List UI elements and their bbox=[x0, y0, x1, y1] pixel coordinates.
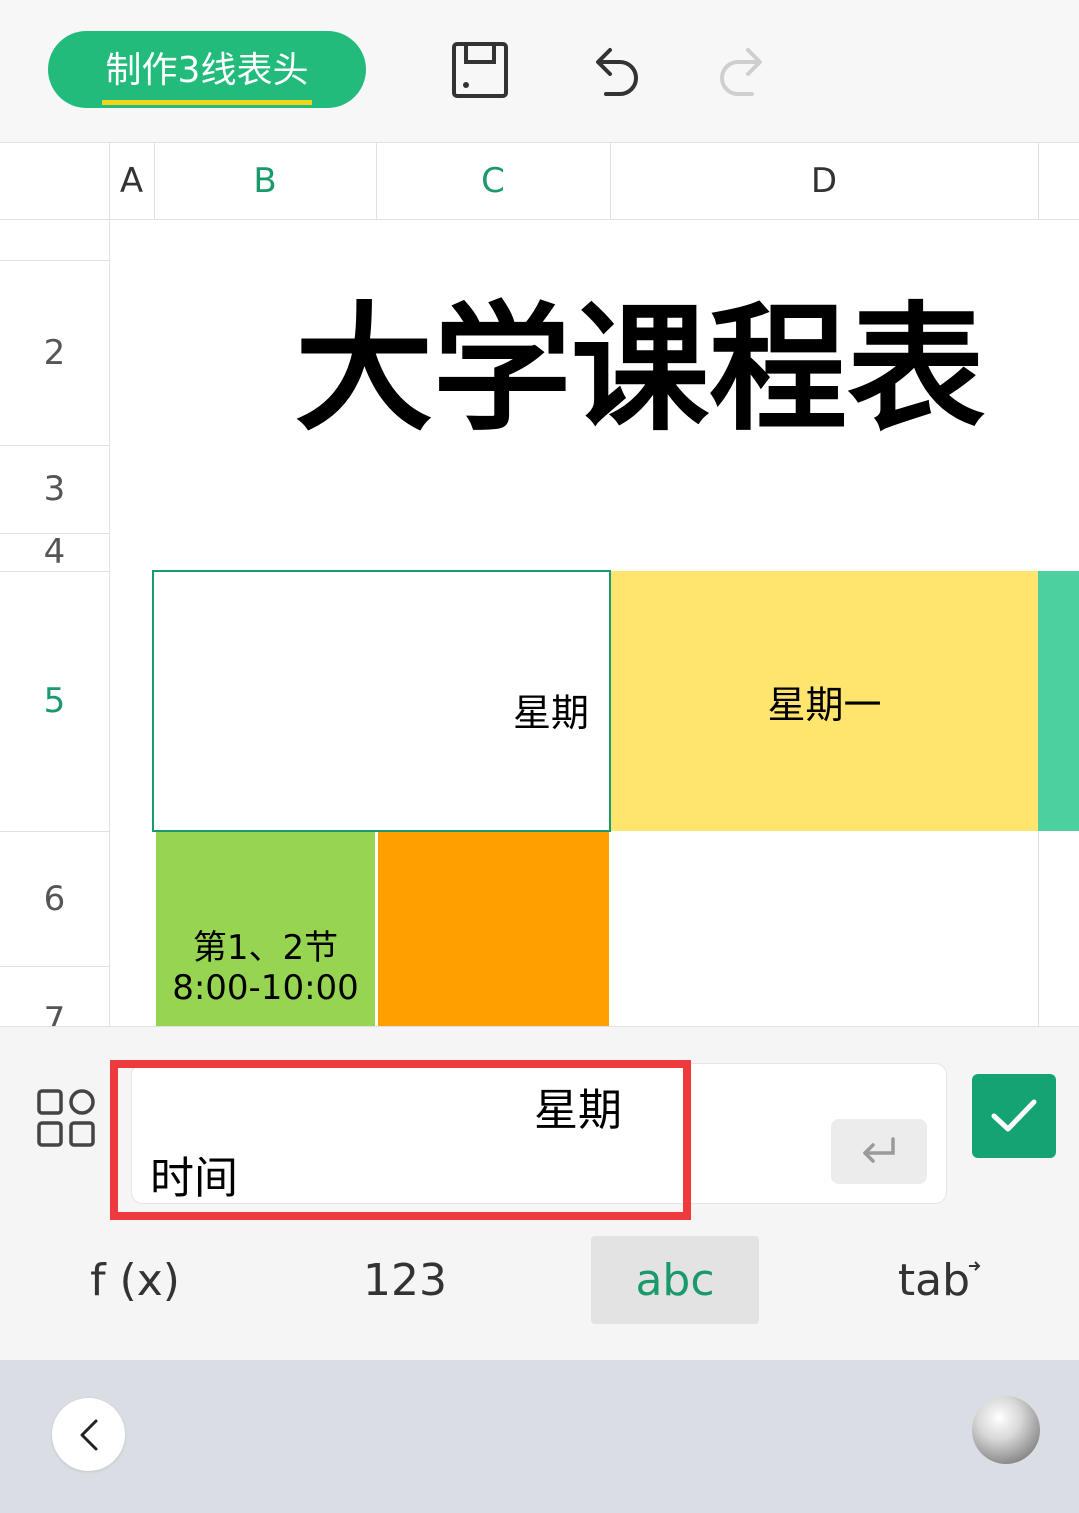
top-toolbar: 制作3线表头 bbox=[0, 0, 1079, 142]
keyboard-tab-numbers[interactable]: 123 bbox=[330, 1236, 480, 1324]
annotation-highlight-box bbox=[110, 1060, 691, 1220]
tutorial-button[interactable]: 制作3线表头 bbox=[48, 31, 366, 108]
enter-icon bbox=[863, 1136, 895, 1163]
tuesday-header-cell[interactable] bbox=[1038, 571, 1079, 831]
keyboard-tab-function[interactable]: f (x) bbox=[60, 1236, 210, 1324]
column-header-b[interactable]: B bbox=[154, 142, 376, 219]
column-header-c[interactable]: C bbox=[376, 142, 610, 219]
chevron-left-icon bbox=[80, 1419, 97, 1450]
column-header-d[interactable]: D bbox=[610, 142, 1038, 219]
back-button[interactable] bbox=[52, 1398, 125, 1471]
period-time: 8:00-10:00 bbox=[172, 968, 359, 1008]
redo-icon[interactable] bbox=[712, 38, 776, 102]
grid-menu-icon[interactable] bbox=[36, 1088, 96, 1148]
row-header-7[interactable]: 7 bbox=[0, 966, 109, 1026]
spreadsheet-grid[interactable]: A B C D 2 3 4 5 6 7 大学课程表 星期 星期一 第1、2节 8… bbox=[0, 142, 1079, 1026]
selected-cell-b5[interactable]: 星期 bbox=[152, 570, 611, 832]
row-header-6[interactable]: 6 bbox=[0, 831, 109, 966]
row-header-5[interactable]: 5 bbox=[0, 571, 109, 831]
header-cell-text: 星期 bbox=[512, 691, 589, 735]
confirm-button[interactable] bbox=[972, 1074, 1056, 1158]
row-header-2[interactable]: 2 bbox=[0, 260, 109, 445]
tutorial-label: 制作3线表头 bbox=[101, 41, 313, 105]
keyboard-tab-letters[interactable]: abc bbox=[591, 1236, 759, 1324]
bottom-nav-bar bbox=[0, 1360, 1079, 1513]
period-label: 第1、2节 bbox=[192, 928, 339, 968]
line-break-button[interactable] bbox=[831, 1119, 927, 1184]
row-header-3[interactable]: 3 bbox=[0, 445, 109, 533]
tab-arrow-icon bbox=[969, 1261, 981, 1271]
period-cell[interactable]: 第1、2节 8:00-10:00 bbox=[156, 832, 375, 1026]
row-header-4[interactable]: 4 bbox=[0, 532, 109, 572]
monday-header-cell[interactable]: 星期一 bbox=[611, 571, 1038, 831]
column-header-a[interactable]: A bbox=[109, 142, 154, 219]
keyboard-tab-tab[interactable]: tab bbox=[870, 1236, 1010, 1324]
orange-cell[interactable] bbox=[378, 832, 609, 1026]
tab-label: tab bbox=[897, 1254, 971, 1306]
assistive-ball-icon[interactable] bbox=[972, 1396, 1040, 1464]
check-icon bbox=[991, 1099, 1037, 1132]
sheet-title[interactable]: 大学课程表 bbox=[270, 272, 1010, 450]
undo-icon[interactable] bbox=[582, 38, 646, 102]
save-icon[interactable] bbox=[448, 38, 512, 102]
